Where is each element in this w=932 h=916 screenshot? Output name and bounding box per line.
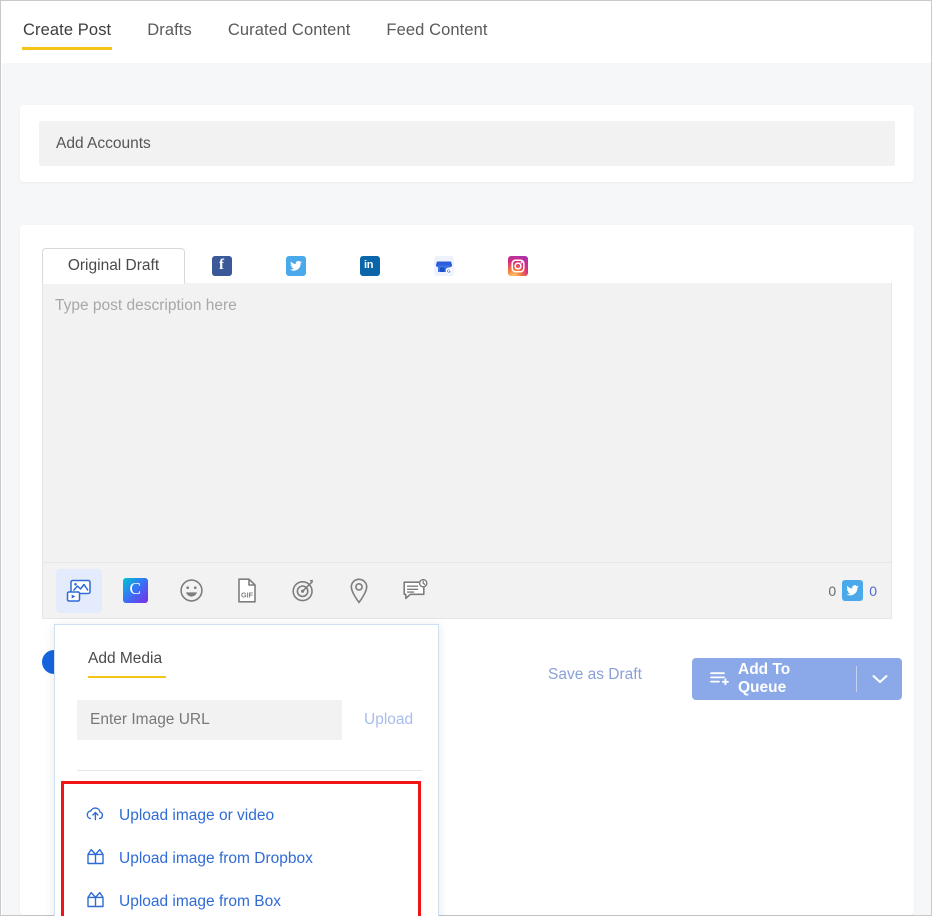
svg-text:GIF: GIF [241, 591, 254, 600]
app-window: Create Post Drafts Curated Content Feed … [0, 0, 932, 916]
save-as-draft-button[interactable]: Save as Draft [548, 666, 642, 684]
add-to-queue-button[interactable]: Add To Queue [692, 658, 902, 700]
image-url-input[interactable] [77, 700, 342, 740]
add-accounts-card: Add Accounts [20, 105, 914, 182]
canva-button[interactable] [112, 569, 158, 613]
emoji-icon [178, 577, 205, 604]
tab-feed-content-label: Feed Content [386, 21, 487, 39]
twitter-icon [286, 256, 306, 276]
upload-options-group: Upload image or video Upload image from … [61, 781, 421, 916]
tab-curated-content-label: Curated Content [228, 21, 351, 39]
add-media-icon [65, 578, 93, 604]
image-url-row: Upload [77, 700, 422, 740]
add-media-dropdown: Add Media Upload Upload image or video [54, 624, 439, 916]
first-comment-icon [401, 578, 429, 603]
post-description-input[interactable]: Type post description here [42, 283, 892, 563]
tab-original-draft-label: Original Draft [68, 257, 159, 275]
first-comment-button[interactable] [392, 569, 438, 613]
tab-create-post[interactable]: Create Post [22, 17, 112, 50]
upload-image-or-video-label: Upload image or video [119, 807, 274, 825]
open-box-icon [85, 890, 106, 914]
tab-drafts[interactable]: Drafts [146, 17, 193, 50]
composer-toolbar: GIF [42, 563, 892, 619]
emoji-button[interactable] [168, 569, 214, 613]
open-box-icon [85, 847, 106, 871]
page-body: Add Accounts Original Draft [2, 63, 931, 915]
upload-from-box-option[interactable]: Upload image from Box [64, 880, 418, 916]
tab-curated-content[interactable]: Curated Content [227, 17, 352, 50]
tab-create-post-label: Create Post [23, 21, 111, 39]
svg-text:G: G [447, 268, 451, 273]
facebook-icon [212, 256, 232, 276]
upload-from-dropbox-label: Upload image from Dropbox [119, 850, 313, 868]
linkedin-icon [360, 256, 380, 276]
upload-image-or-video-option[interactable]: Upload image or video [64, 794, 418, 837]
twitter-icon [842, 580, 863, 601]
network-tab-strip: Original Draft [42, 248, 892, 284]
location-button[interactable] [336, 569, 382, 613]
google-my-business-icon: G [434, 256, 454, 276]
upload-from-dropbox-option[interactable]: Upload image from Dropbox [64, 837, 418, 880]
tab-original-draft[interactable]: Original Draft [42, 248, 185, 284]
counter-right-value: 0 [869, 583, 877, 599]
tab-feed-content[interactable]: Feed Content [385, 17, 488, 50]
upload-url-button[interactable]: Upload [364, 711, 413, 729]
canva-icon [123, 578, 148, 603]
dropdown-divider [77, 770, 422, 771]
character-counter: 0 0 [828, 580, 877, 601]
add-accounts-label: Add Accounts [56, 135, 151, 153]
campaign-button[interactable] [280, 569, 326, 613]
instagram-icon [508, 256, 528, 276]
counter-left-value: 0 [828, 583, 836, 599]
gif-icon: GIF [235, 577, 259, 604]
add-media-button[interactable] [56, 569, 102, 613]
tab-facebook[interactable] [185, 248, 259, 284]
post-description-placeholder: Type post description here [55, 297, 237, 315]
tab-linkedin[interactable] [333, 248, 407, 284]
tab-twitter[interactable] [259, 248, 333, 284]
location-icon [348, 577, 370, 605]
cloud-upload-icon [85, 805, 106, 827]
add-accounts-bar[interactable]: Add Accounts [39, 121, 895, 166]
top-tab-bar: Create Post Drafts Curated Content Feed … [1, 1, 931, 63]
tab-google-my-business[interactable]: G [407, 248, 481, 284]
tab-drafts-label: Drafts [147, 21, 192, 39]
campaign-icon [290, 577, 317, 604]
queue-icon [709, 670, 731, 688]
add-media-title: Add Media [88, 650, 162, 668]
gif-button[interactable]: GIF [224, 569, 270, 613]
add-to-queue-label: Add To Queue [738, 661, 840, 697]
upload-from-box-label: Upload image from Box [119, 893, 281, 911]
chevron-down-icon[interactable] [857, 673, 902, 685]
tab-instagram[interactable] [481, 248, 555, 284]
